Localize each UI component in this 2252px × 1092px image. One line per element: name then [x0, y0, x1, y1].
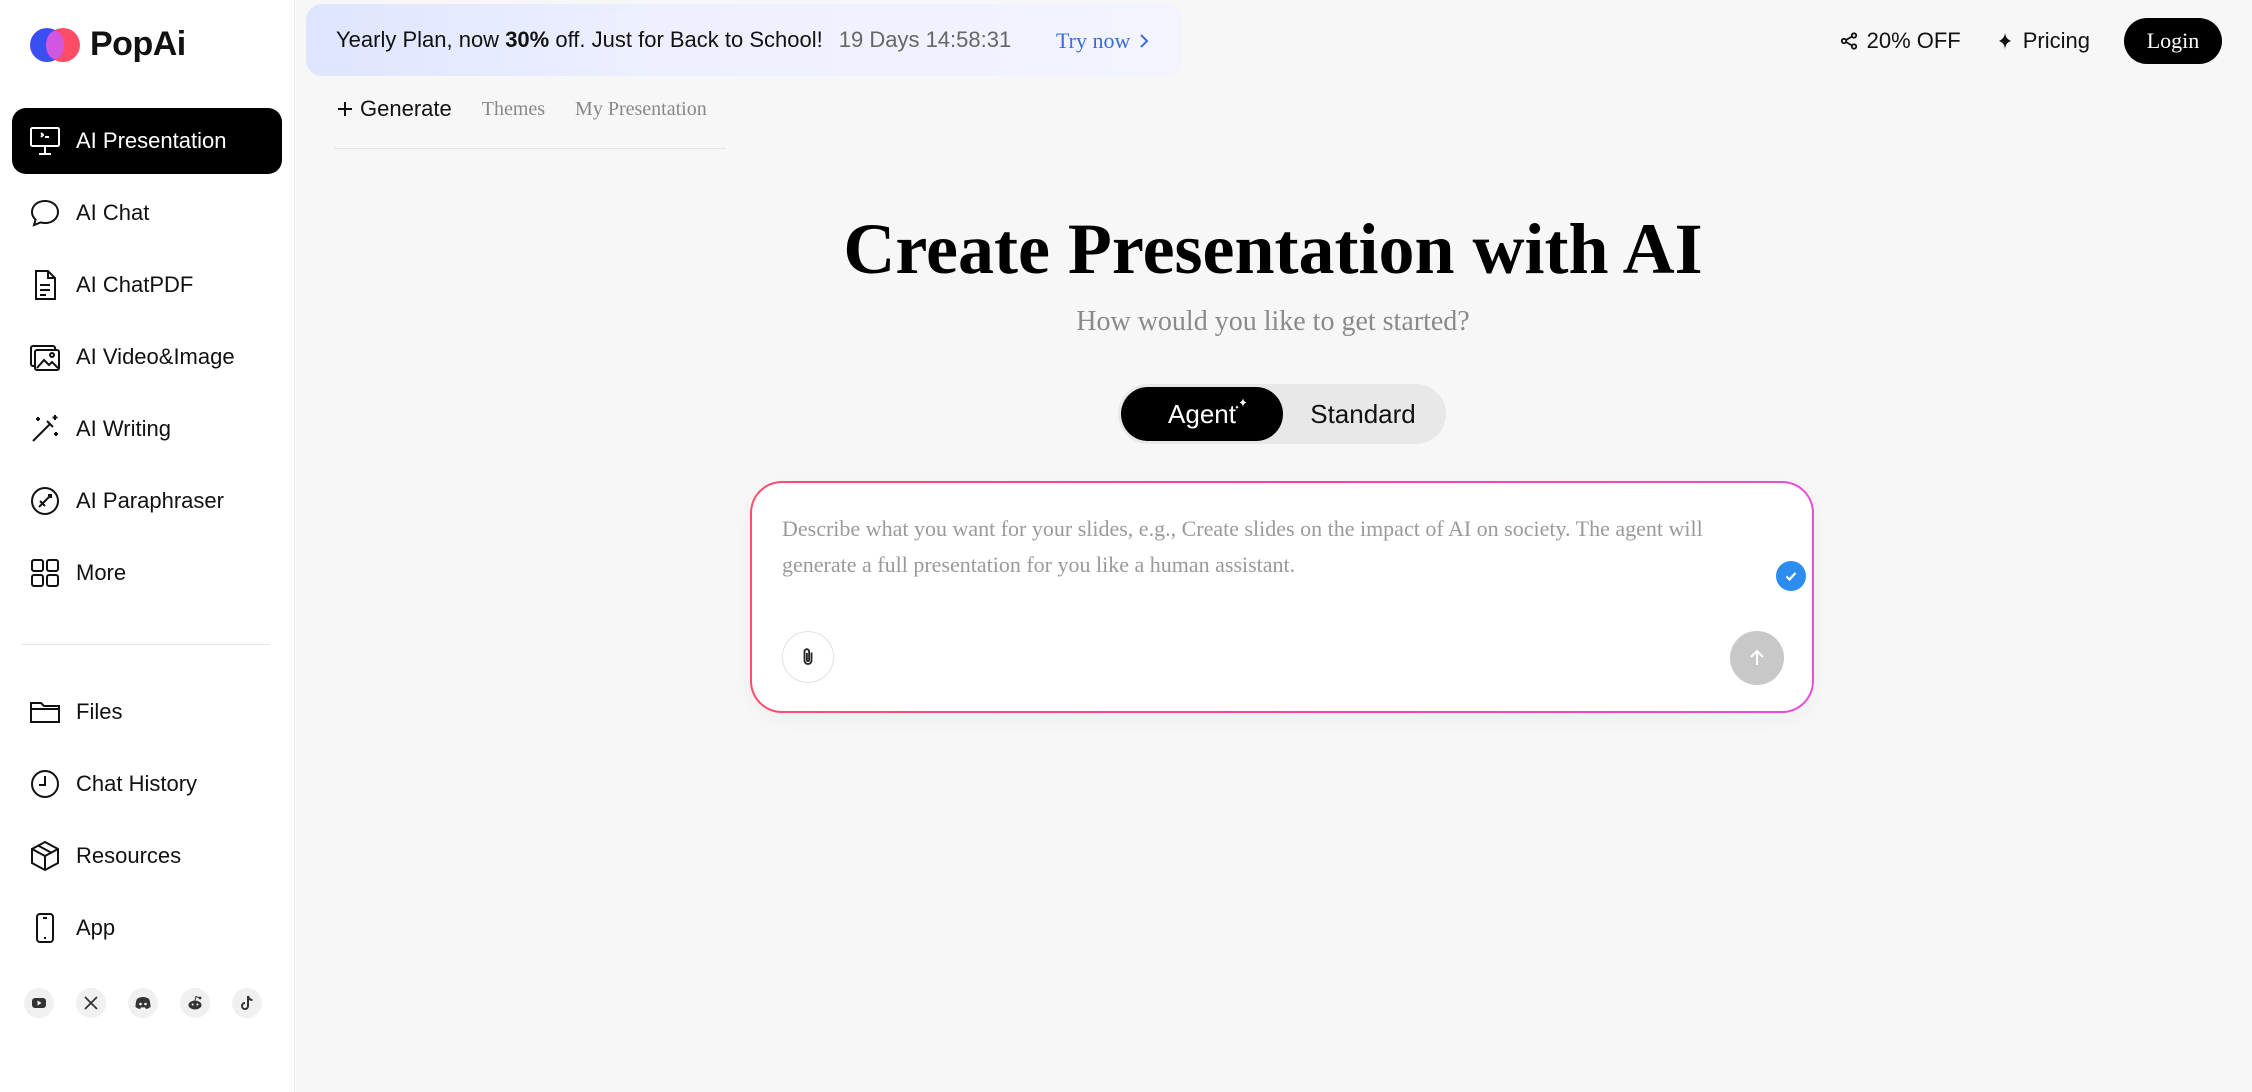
share-icon	[1840, 32, 1857, 50]
sidebar-item-more[interactable]: More	[12, 540, 282, 606]
sidebar-item-label: Chat History	[76, 771, 198, 796]
tab-themes[interactable]: Themes	[482, 98, 545, 121]
sparkle-icon	[1235, 398, 1247, 410]
paraphrase-icon	[31, 487, 59, 515]
sidebar-item-label: AI Chat	[76, 200, 150, 225]
tab-generate[interactable]: Generate	[336, 96, 452, 122]
reddit-icon[interactable]	[180, 988, 210, 1018]
box-icon	[31, 840, 59, 872]
prompt-box	[750, 481, 1814, 713]
clock-icon	[31, 770, 59, 798]
promo-message: Yearly Plan, now 30% off. Just for Back …	[336, 27, 823, 52]
phone-icon	[36, 913, 54, 943]
header-actions: 20% OFF Pricing Login	[1839, 18, 2222, 64]
sidebar-item-label: Resources	[76, 843, 182, 868]
magic-wand-icon	[32, 415, 58, 442]
brand-logo[interactable]: PopAi	[30, 24, 186, 64]
brand-name: PopAi	[90, 24, 186, 63]
sidebar-item-ai-video-image[interactable]: AI Video&Image	[12, 324, 282, 390]
mode-agent-option[interactable]: Agent	[1121, 387, 1283, 441]
sidebar-item-label: AI Paraphraser	[76, 488, 224, 513]
popai-logo-icon	[30, 24, 82, 64]
sidebar-item-files[interactable]: Files	[12, 679, 282, 745]
sidebar-item-ai-presentation[interactable]: AI Presentation	[12, 108, 282, 174]
sidebar-divider	[22, 644, 270, 645]
sidebar-item-label: AI Presentation	[76, 128, 227, 153]
mode-standard-option[interactable]: Standard	[1283, 387, 1443, 441]
sidebar-item-ai-chatpdf[interactable]: AI ChatPDF	[12, 252, 282, 318]
discord-icon[interactable]	[128, 988, 158, 1018]
image-icon	[30, 345, 60, 371]
grid-icon	[31, 559, 59, 587]
social-links	[24, 988, 262, 1018]
discount-link[interactable]: 20% OFF	[1839, 28, 1961, 54]
youtube-icon[interactable]	[24, 988, 54, 1018]
promo-banner: Yearly Plan, now 30% off. Just for Back …	[306, 4, 1182, 76]
x-icon[interactable]	[76, 988, 106, 1018]
attach-file-button[interactable]	[782, 631, 834, 683]
document-icon	[35, 270, 56, 300]
tab-my-presentation[interactable]: My Presentation	[575, 98, 707, 121]
send-button[interactable]	[1730, 631, 1784, 685]
chevron-right-icon	[1140, 34, 1149, 48]
sidebar-item-label: AI Writing	[76, 416, 171, 441]
chat-bubble-icon	[30, 199, 60, 227]
presentation-tabs: Generate Themes My Presentation	[336, 96, 707, 122]
sidebar: PopAi AI Presentation AI Chat AI ChatPDF…	[0, 0, 295, 1092]
page-subtitle: How would you like to get started?	[1076, 306, 1470, 337]
sidebar-item-chat-history[interactable]: Chat History	[12, 751, 282, 817]
sidebar-item-label: AI ChatPDF	[76, 272, 194, 297]
paperclip-icon	[803, 648, 813, 665]
sidebar-item-app[interactable]: App	[12, 895, 282, 961]
try-now-link[interactable]: Try now	[1056, 28, 1150, 54]
tiktok-icon[interactable]	[232, 988, 262, 1018]
sidebar-item-label: App	[76, 915, 116, 940]
sidebar-item-ai-paraphraser[interactable]: AI Paraphraser	[12, 468, 282, 534]
tabs-underline	[334, 148, 726, 149]
sidebar-item-label: Files	[76, 699, 123, 724]
grammar-check-icon[interactable]	[1776, 561, 1806, 591]
prompt-input[interactable]	[782, 511, 1762, 601]
sidebar-item-ai-chat[interactable]: AI Chat	[12, 180, 282, 246]
arrow-up-icon	[1750, 649, 1764, 665]
sidebar-item-resources[interactable]: Resources	[12, 823, 282, 889]
presentation-icon	[30, 127, 60, 155]
mode-toggle: Agent Standard	[1118, 384, 1446, 444]
sidebar-item-label: More	[76, 560, 127, 585]
sidebar-item-label: AI Video&Image	[76, 344, 235, 369]
sparkle-icon	[1998, 33, 2011, 49]
folder-icon	[30, 702, 60, 723]
promo-countdown: 19 Days 14:58:31	[838, 27, 1012, 52]
login-button[interactable]: Login	[2124, 18, 2222, 64]
plus-icon	[338, 102, 352, 116]
pricing-link[interactable]: Pricing	[1995, 28, 2090, 54]
sidebar-item-ai-writing[interactable]: AI Writing	[12, 396, 282, 462]
page-title: Create Presentation with AI	[843, 209, 1703, 289]
